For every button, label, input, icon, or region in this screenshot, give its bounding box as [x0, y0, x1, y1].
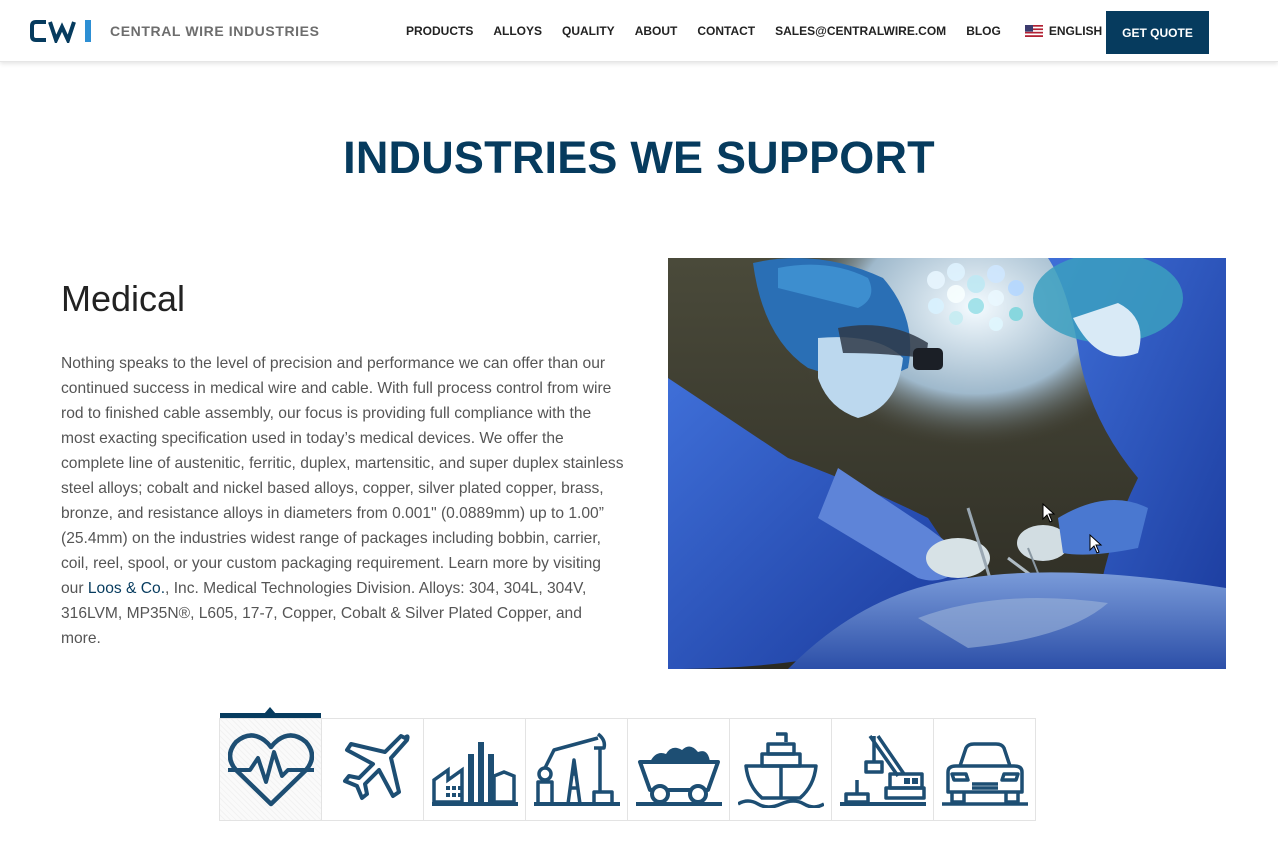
- loos-co-link[interactable]: Loos & Co.: [88, 580, 165, 597]
- us-flag-icon: [1024, 25, 1043, 37]
- language-label: ENGLISH: [1048, 24, 1103, 38]
- site-header: CENTRAL WIRE INDUSTRIES PRODUCTS ALLOYS …: [0, 0, 1278, 62]
- industry-tab-mining[interactable]: [628, 719, 730, 820]
- logo-text: CENTRAL WIRE INDUSTRIES: [110, 23, 320, 39]
- nav-about[interactable]: ABOUT: [635, 24, 678, 38]
- nav-alloys[interactable]: ALLOYS: [493, 24, 542, 38]
- cwi-logo-mark: [30, 20, 91, 43]
- crane-icon: [839, 734, 926, 806]
- ship-icon: [737, 731, 824, 808]
- industry-tab-industrial[interactable]: [424, 719, 526, 820]
- industry-tab-aerospace[interactable]: [322, 719, 424, 820]
- industry-icon-strip: [219, 718, 1036, 821]
- industry-title: Medical: [61, 278, 186, 319]
- car-icon: [941, 741, 1028, 806]
- mouse-cursor-icon-secondary: [1089, 534, 1103, 554]
- page-title: INDUSTRIES WE SUPPORT: [343, 132, 935, 183]
- industry-tab-automotive[interactable]: [934, 719, 1035, 820]
- site-logo[interactable]: CENTRAL WIRE INDUSTRIES: [30, 18, 320, 44]
- industry-image-surgery: [668, 258, 1226, 669]
- surgery-photo: [668, 258, 1226, 669]
- nav-quality[interactable]: QUALITY: [562, 24, 615, 38]
- mouse-cursor-icon: [1042, 503, 1056, 523]
- nav-contact[interactable]: CONTACT: [697, 24, 755, 38]
- industry-description: Nothing speaks to the level of precision…: [61, 351, 625, 651]
- description-text-1: Nothing speaks to the level of precision…: [61, 355, 624, 597]
- mining-cart-icon: [635, 745, 722, 806]
- industry-tab-medical[interactable]: [220, 719, 322, 820]
- nav-products[interactable]: PRODUCTS: [406, 24, 473, 38]
- nav-sales-email[interactable]: SALES@CENTRALWIRE.COM: [775, 24, 946, 38]
- airplane-icon: [342, 733, 410, 800]
- industry-tab-marine[interactable]: [730, 719, 832, 820]
- language-selector[interactable]: ENGLISH: [1024, 24, 1103, 38]
- main-nav: PRODUCTS ALLOYS QUALITY ABOUT CONTACT SA…: [396, 0, 1112, 62]
- industry-tab-construction[interactable]: [832, 719, 934, 820]
- heart-pulse-icon: [227, 732, 314, 806]
- factory-icon: [431, 741, 518, 806]
- get-quote-button[interactable]: GET QUOTE: [1106, 11, 1209, 54]
- industry-tab-oil-gas[interactable]: [526, 719, 628, 820]
- nav-blog[interactable]: BLOG: [966, 24, 1001, 38]
- oil-pump-icon: [533, 732, 620, 806]
